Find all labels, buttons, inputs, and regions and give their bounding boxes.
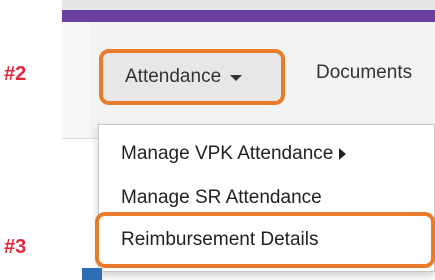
menu-item-manage-vpk-attendance[interactable]: Manage VPK Attendance [121,143,347,165]
menu-item-label: Manage VPK Attendance [121,143,334,164]
chevron-right-icon [339,148,347,160]
documents-tab[interactable]: Documents [316,62,412,84]
step-2-annotation: #2 [4,63,27,85]
chevron-down-icon [230,75,243,81]
top-header-stripe [62,10,435,22]
bottom-blue-element [82,268,102,280]
menu-item-manage-sr-attendance[interactable]: Manage SR Attendance [121,187,322,209]
step-3-annotation: #3 [4,236,27,258]
navbar-left-strip [62,22,90,138]
attendance-tab-label: Attendance [125,66,222,87]
attendance-tab[interactable]: Attendance [99,49,285,105]
menu-item-reimbursement-details[interactable]: Reimbursement Details [95,212,435,268]
top-header-bar [62,0,435,22]
menu-item-label: Reimbursement Details [121,229,319,250]
screenshot-canvas: #2 Attendance Documents Manage VPK Atten… [0,0,435,280]
